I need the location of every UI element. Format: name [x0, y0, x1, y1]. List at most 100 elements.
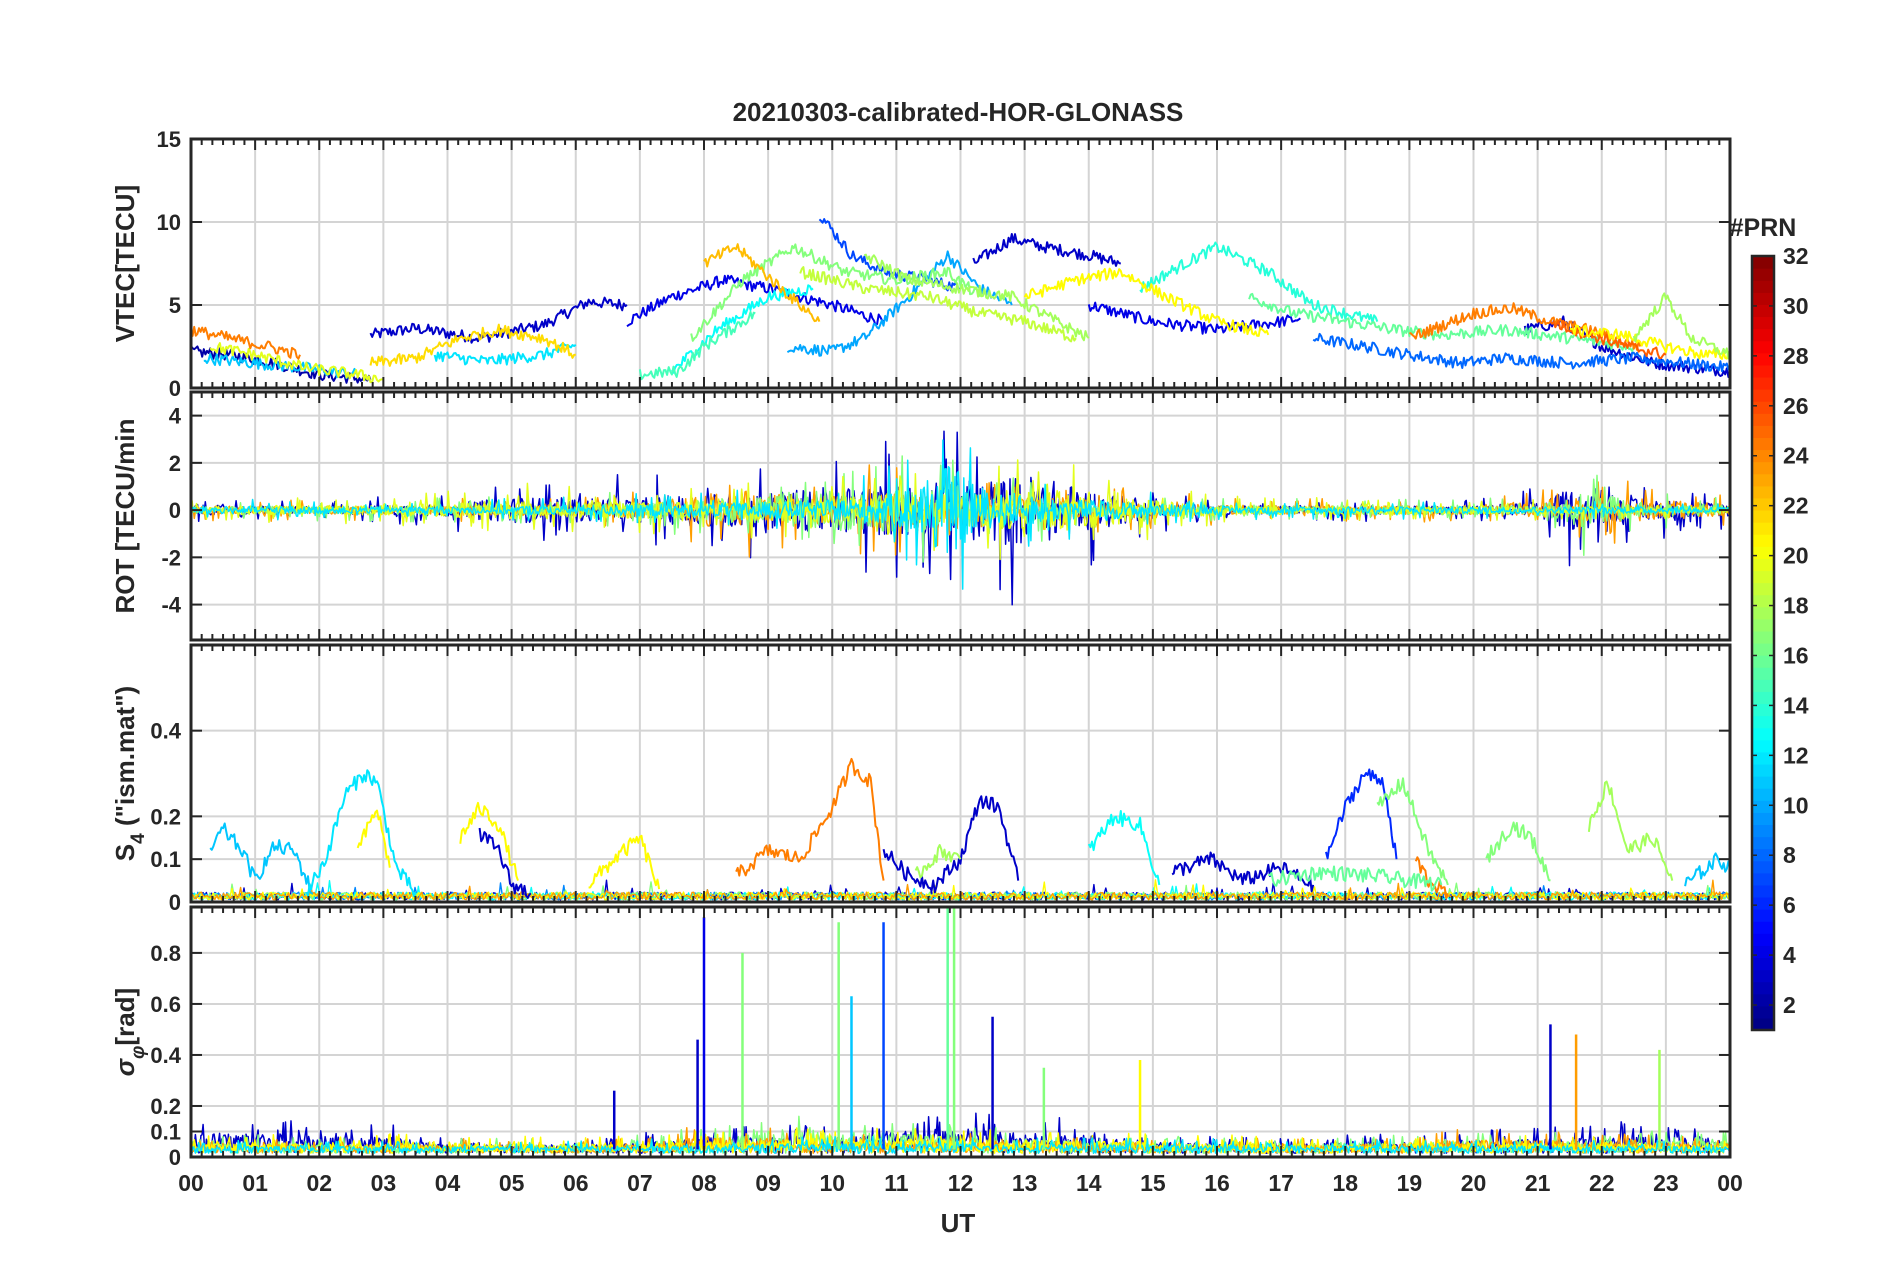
x-tick-label: 22 — [1589, 1170, 1615, 1196]
y-axis-label-sigma_phi: σφ[rad] — [110, 988, 149, 1076]
colorbar-segment — [1752, 691, 1774, 705]
x-tick-label: 04 — [435, 1170, 461, 1196]
figure-title: 20210303-calibrated-HOR-GLONASS — [733, 97, 1184, 127]
x-tick-label: 03 — [371, 1170, 397, 1196]
x-tick-label: 18 — [1332, 1170, 1358, 1196]
colorbar-tick-label: 4 — [1783, 942, 1796, 968]
colorbar-label: #PRN — [1730, 214, 1797, 242]
colorbar-segment — [1752, 788, 1774, 801]
y-tick-label: 0.4 — [150, 1043, 181, 1068]
colorbar-tick-label: 12 — [1783, 742, 1809, 768]
y-tick-label: 5 — [169, 293, 181, 318]
colorbar-segment — [1752, 437, 1774, 451]
colorbar-segment — [1752, 896, 1774, 910]
colorbar-segment — [1752, 884, 1774, 898]
y-tick-label: 0.1 — [150, 847, 181, 872]
colorbar-segment — [1752, 425, 1774, 439]
x-tick-label: 06 — [563, 1170, 589, 1196]
colorbar-segment — [1752, 776, 1774, 789]
y-tick-label: 2 — [169, 451, 181, 476]
x-tick-label: 08 — [691, 1170, 717, 1196]
y-tick-label: 0 — [169, 498, 181, 523]
x-tick-label: 07 — [627, 1170, 653, 1196]
y-label-sub: 4 — [128, 833, 149, 844]
colorbar-segment — [1752, 546, 1774, 559]
colorbar-segment — [1752, 316, 1774, 330]
colorbar-segment — [1752, 570, 1774, 584]
colorbar-segment — [1752, 376, 1774, 390]
x-tick-label: 05 — [499, 1170, 525, 1196]
y-label-rest: ("ism.mat") — [110, 686, 140, 833]
x-tick-label: 02 — [306, 1170, 332, 1196]
x-axis-label: UT — [941, 1208, 976, 1238]
x-tick-label: 13 — [1012, 1170, 1038, 1196]
colorbar-segment — [1752, 872, 1774, 886]
panel-vtec: 0 5 10 15 VTEC[TECU] — [110, 127, 1732, 401]
y-tick-label: 0.2 — [150, 804, 181, 829]
y-axis-label-s4: S4 ("ism.mat") — [110, 686, 149, 861]
colorbar-segment — [1752, 534, 1774, 547]
y-label-main: σ — [110, 1057, 140, 1076]
panel-sigma_phi: 00.10.20.40.60.8σφ[rad]00 01 02 03 04 05 06 07 0… — [110, 905, 1743, 1196]
colorbar-segment — [1752, 945, 1774, 959]
colorbar-segment — [1752, 389, 1774, 402]
colorbar-segment — [1752, 509, 1774, 523]
colorbar-segment — [1752, 606, 1774, 620]
x-tick-label: 21 — [1525, 1170, 1551, 1196]
x-tick-label: 15 — [1140, 1170, 1166, 1196]
colorbar-tick-label: 26 — [1783, 393, 1809, 419]
y-tick-label: 0.6 — [150, 992, 181, 1017]
y-axis-label-rot: ROT [TECU/min — [110, 419, 140, 614]
x-tick-label: 12 — [948, 1170, 974, 1196]
figure: 20210303-calibrated-HOR-GLONASS 0 5 10 15 VT… — [0, 0, 1902, 1272]
colorbar-segment — [1752, 630, 1774, 644]
colorbar-segment — [1752, 715, 1774, 729]
colorbar-segment — [1752, 485, 1774, 499]
colorbar-segment — [1752, 497, 1774, 511]
x-tick-label: 23 — [1653, 1170, 1679, 1196]
colorbar-segment — [1752, 824, 1774, 838]
colorbar-segment — [1752, 981, 1774, 995]
colorbar-segment — [1752, 1017, 1774, 1031]
colorbar-segment — [1752, 969, 1774, 983]
panel-rot: -4 -2 0 2 4 ROT [TECU/min — [110, 390, 1732, 642]
figure-canvas: 20210303-calibrated-HOR-GLONASS 051015VT… — [110, 97, 1809, 1238]
y-tick-label: 0.2 — [150, 1094, 181, 1119]
colorbar-tick-label: 28 — [1783, 343, 1809, 369]
x-tick-label: 11 — [884, 1170, 909, 1196]
colorbar-segment — [1752, 921, 1774, 934]
y-axis-label-vtec: VTEC[TECU] — [110, 185, 140, 342]
colorbar-segment — [1752, 461, 1774, 475]
colorbar-segment — [1752, 643, 1774, 656]
y-tick-label: 0 — [169, 1145, 181, 1170]
colorbar-segment — [1752, 800, 1774, 813]
colorbar-segment — [1752, 1005, 1774, 1019]
colorbar-tick-label: 10 — [1783, 792, 1809, 818]
colorbar-segment — [1752, 473, 1774, 487]
x-tick-label: 00 — [178, 1170, 204, 1196]
colorbar-segment — [1752, 256, 1774, 269]
colorbar-segment — [1752, 268, 1774, 281]
colorbar-segment — [1752, 763, 1774, 777]
x-tick-label: 09 — [755, 1170, 781, 1196]
x-tick-label: 19 — [1397, 1170, 1423, 1196]
y-label-main: S — [110, 844, 140, 861]
colorbar-segment — [1752, 280, 1774, 293]
y-tick-label: 0.8 — [150, 941, 181, 966]
colorbar-segment — [1752, 812, 1774, 826]
y-tick-label: 0.4 — [150, 719, 181, 744]
panels: 051015VTEC[TECU]-4-2024ROT [TECU/min00.1… — [110, 127, 1743, 1196]
y-label-rest: [rad] — [110, 988, 140, 1046]
colorbar-segment — [1752, 909, 1774, 922]
colorbar-segment — [1752, 860, 1774, 874]
colorbar-segment — [1752, 655, 1774, 668]
colorbar-segment — [1752, 401, 1774, 414]
colorbar-tick-label: 8 — [1783, 842, 1796, 868]
y-tick-label: 0 — [169, 890, 181, 915]
colorbar-segment — [1752, 727, 1774, 741]
x-tick-label: 17 — [1268, 1170, 1294, 1196]
colorbar: 2468101214161820222426283032#PRN — [1730, 214, 1809, 1032]
colorbar-tick-label: 20 — [1783, 543, 1809, 569]
panel-s4: 00.10.20.4S4 ("ism.mat") — [110, 643, 1732, 915]
colorbar-segment — [1752, 328, 1774, 342]
